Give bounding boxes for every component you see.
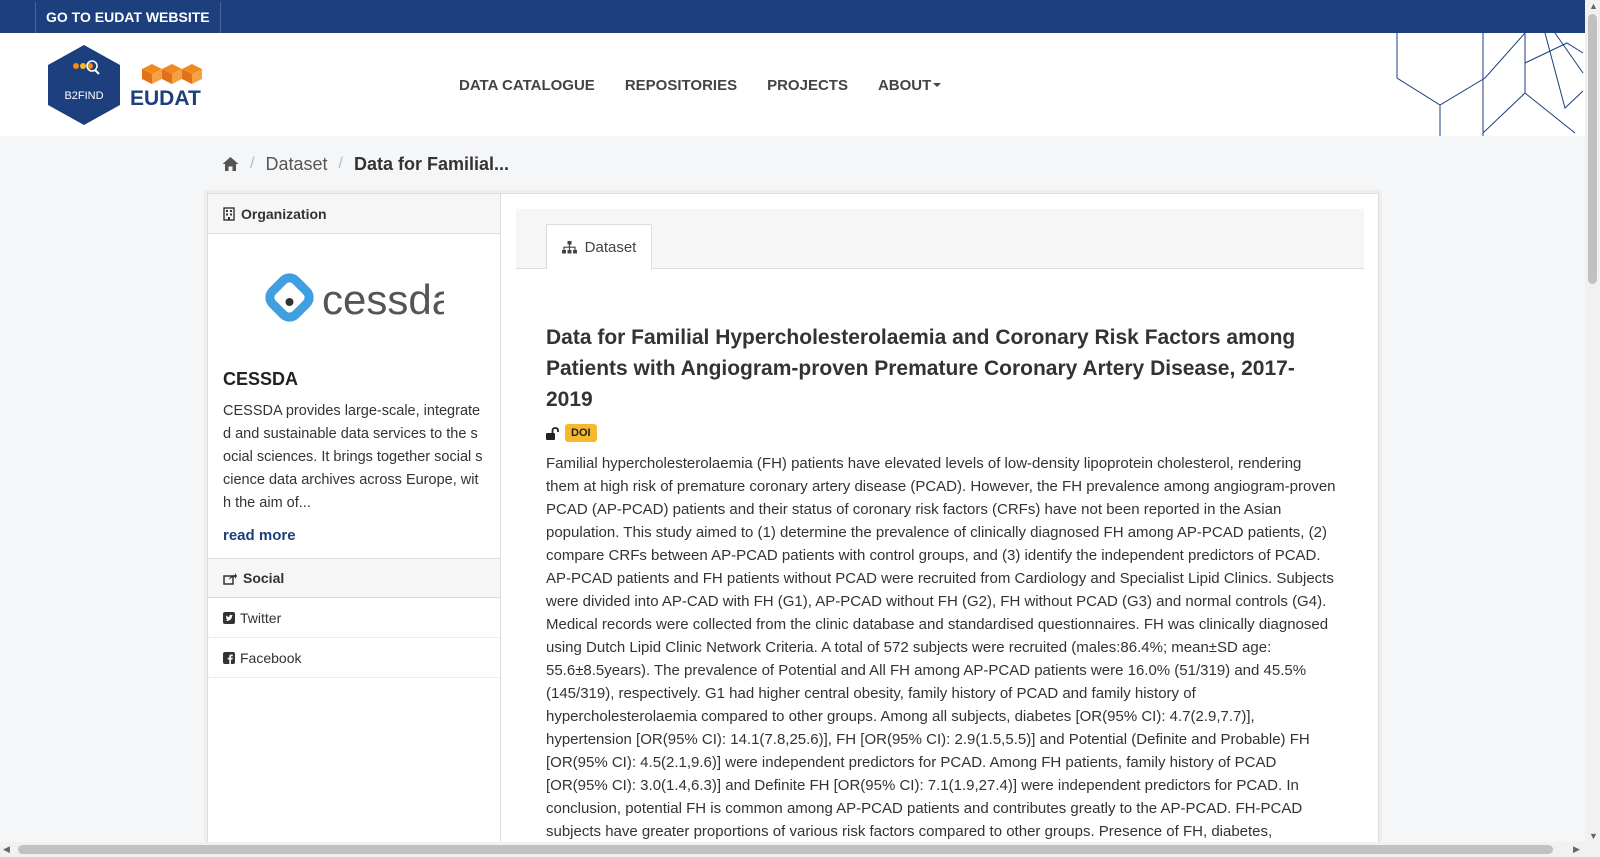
breadcrumb-separator: / xyxy=(338,155,343,172)
b2find-eudat-logo[interactable]: B2FIND EUDAT xyxy=(48,43,208,127)
site-header: B2FIND EUDAT DATA CATALOGUE REPOSITORIES… xyxy=(0,33,1585,136)
social-twitter-link[interactable]: Twitter xyxy=(208,598,500,638)
breadcrumb-dataset[interactable]: Dataset xyxy=(265,154,327,175)
eudat-cubes-icon xyxy=(142,64,202,84)
vertical-scrollbar[interactable]: ▲ ▼ xyxy=(1585,0,1600,857)
sitemap-icon xyxy=(561,240,577,253)
svg-text:EUDAT: EUDAT xyxy=(130,87,201,110)
horizontal-scrollbar-thumb[interactable] xyxy=(18,845,1553,854)
twitter-icon xyxy=(223,611,235,624)
facebook-icon xyxy=(223,651,235,664)
cessda-logo[interactable]: cessda xyxy=(208,234,500,369)
svg-text:B2FIND: B2FIND xyxy=(64,90,103,102)
cessda-diamond-icon xyxy=(265,272,314,322)
scroll-left-arrow-icon[interactable]: ◀ xyxy=(3,845,10,854)
nav-repositories[interactable]: REPOSITORIES xyxy=(625,77,737,94)
sidebar: Organization cessda CESSDA CESSDA provid… xyxy=(208,194,501,856)
hexagon-pattern-decoration xyxy=(1396,33,1584,136)
b2find-hexagon-icon xyxy=(48,45,120,125)
access-badges: DOI xyxy=(546,424,597,442)
vertical-scrollbar-thumb[interactable] xyxy=(1588,14,1597,284)
dataset-abstract: Familial hypercholesterolaemia (FH) pati… xyxy=(546,455,1336,840)
dataset-title: Data for Familial Hypercholesterolaemia … xyxy=(546,326,1296,411)
main-nav: DATA CATALOGUE REPOSITORIES PROJECTS ABO… xyxy=(459,77,942,94)
tabs-bar: Dataset xyxy=(516,209,1364,270)
building-icon xyxy=(223,206,235,221)
scroll-right-arrow-icon[interactable]: ▶ xyxy=(1573,845,1580,854)
read-more-link[interactable]: read more xyxy=(223,527,485,544)
breadcrumb-separator: / xyxy=(250,155,255,172)
social-facebook-label: Facebook xyxy=(240,649,302,666)
tab-dataset[interactable]: Dataset xyxy=(546,224,652,270)
doi-badge[interactable]: DOI xyxy=(565,424,597,442)
social-heading-label: Social xyxy=(243,570,285,586)
svg-text:cessda: cessda xyxy=(322,276,444,323)
go-to-eudat-link[interactable]: GO TO EUDAT WEBSITE xyxy=(35,2,221,33)
dataset-content: Dataset Data for Familial Hypercholester… xyxy=(501,194,1378,856)
social-heading: Social xyxy=(208,558,500,598)
scroll-up-arrow-icon[interactable]: ▲ xyxy=(1589,2,1598,11)
organization-heading-label: Organization xyxy=(241,205,327,222)
scroll-down-arrow-icon[interactable]: ▼ xyxy=(1589,832,1598,841)
org-name: CESSDA xyxy=(223,369,299,389)
home-icon[interactable] xyxy=(222,156,239,172)
breadcrumb: / Dataset / Data for Familial... xyxy=(222,151,509,177)
nav-data-catalogue[interactable]: DATA CATALOGUE xyxy=(459,77,595,94)
breadcrumb-current[interactable]: Data for Familial... xyxy=(354,154,509,175)
top-bar: GO TO EUDAT WEBSITE xyxy=(0,0,1585,33)
main-wrapper: Organization cessda CESSDA CESSDA provid… xyxy=(207,193,1379,857)
tab-dataset-label: Dataset xyxy=(584,238,637,256)
caret-down-icon xyxy=(933,83,942,87)
organization-heading: Organization xyxy=(208,194,500,234)
nav-about-label: ABOUT xyxy=(877,77,932,94)
org-description: CESSDA provides large-scale, integrated … xyxy=(223,403,483,511)
share-icon xyxy=(223,572,237,585)
social-twitter-label: Twitter xyxy=(240,609,282,626)
horizontal-scrollbar[interactable]: ◀ ▶ xyxy=(0,842,1585,857)
social-facebook-link[interactable]: Facebook xyxy=(208,638,500,678)
nav-projects[interactable]: PROJECTS xyxy=(767,77,848,94)
unlock-icon xyxy=(546,426,559,440)
nav-about[interactable]: ABOUT xyxy=(877,77,942,94)
